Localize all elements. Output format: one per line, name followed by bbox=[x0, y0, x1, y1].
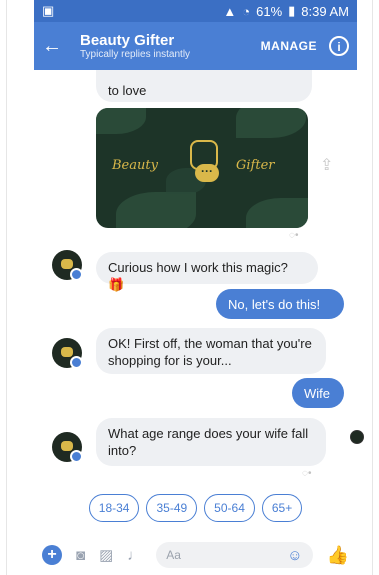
messenger-badge-icon bbox=[70, 450, 83, 463]
app-bar: ← Beauty Gifter Typically replies instan… bbox=[34, 22, 357, 70]
share-icon[interactable]: ⇪ bbox=[320, 155, 338, 174]
user-message: Wife bbox=[292, 378, 344, 408]
message-text: Wife bbox=[304, 386, 330, 401]
manage-button[interactable]: MANAGE bbox=[261, 39, 317, 53]
camera-icon[interactable]: ◙ bbox=[76, 547, 85, 564]
seen-indicator-icon: ◌• bbox=[289, 230, 299, 241]
signal-icon: ▲ bbox=[223, 3, 237, 19]
message-text: Curious how I work this magic? 🎁 bbox=[108, 260, 288, 292]
page-title: Beauty Gifter bbox=[80, 32, 175, 49]
quick-reply-18-34[interactable]: 18-34 bbox=[88, 494, 140, 522]
page-subtitle: Typically replies instantly bbox=[80, 49, 191, 60]
back-arrow-icon[interactable]: ← bbox=[42, 35, 70, 58]
bot-avatar[interactable] bbox=[52, 432, 83, 463]
gallery-icon: ▣ bbox=[42, 3, 55, 18]
microphone-icon[interactable]: ♩ bbox=[127, 547, 142, 564]
status-bar: ▣ ▲ ◔ 61% ▮ 8:39 AM bbox=[34, 0, 357, 22]
message-composer: + ◙ ▨ ♩ Aa ☺ 👍 bbox=[34, 535, 357, 575]
leaf-decoration bbox=[116, 192, 196, 228]
plus-icon[interactable]: + bbox=[42, 545, 62, 565]
messenger-badge-icon bbox=[70, 268, 83, 281]
info-icon[interactable]: i bbox=[329, 36, 349, 56]
message-text: No, let's do this! bbox=[228, 297, 321, 312]
message-text: to love bbox=[108, 83, 147, 98]
brand-text-right: Gifter bbox=[236, 158, 275, 173]
brand-image-card[interactable]: Beauty Gifter ··· bbox=[96, 108, 308, 228]
leaf-decoration bbox=[236, 108, 306, 138]
chat-bubble-logo-icon: ··· bbox=[195, 164, 219, 182]
wifi-icon: ◔ bbox=[242, 3, 251, 19]
quick-reply-65-plus[interactable]: 65+ bbox=[261, 494, 303, 522]
messenger-badge-icon bbox=[70, 356, 83, 369]
image-icon[interactable]: ▨ bbox=[99, 546, 113, 564]
bot-message-partial: to love bbox=[96, 70, 312, 102]
bot-avatar[interactable] bbox=[52, 250, 83, 281]
user-message: No, let's do this! bbox=[216, 289, 344, 319]
message-input[interactable]: Aa ☺ bbox=[156, 542, 313, 568]
thumbs-up-icon[interactable]: 👍 bbox=[327, 545, 349, 566]
bot-avatar[interactable] bbox=[52, 338, 83, 369]
quick-reply-35-49[interactable]: 35-49 bbox=[146, 494, 198, 522]
seen-indicator-icon: ◌• bbox=[302, 468, 312, 479]
bot-message: What age range does your wife fall into? bbox=[96, 418, 326, 466]
message-text: OK! First off, the woman that you're sho… bbox=[108, 336, 312, 368]
chat-thread[interactable]: to love Beauty Gifter ··· ⇪ ◌• Curious h… bbox=[34, 70, 357, 511]
read-receipt-avatar bbox=[350, 430, 364, 444]
bot-message: Curious how I work this magic? 🎁 bbox=[96, 252, 318, 292]
screenshot-frame: ▣ ▲ ◔ 61% ▮ 8:39 AM ← Beauty Gifter Typi… bbox=[6, 0, 373, 575]
quick-reply-50-64[interactable]: 50-64 bbox=[204, 494, 255, 522]
status-time: 8:39 AM bbox=[301, 3, 349, 19]
quick-replies: 18-34 35-49 50-64 65+ bbox=[34, 494, 357, 522]
leaf-decoration bbox=[96, 108, 146, 134]
emoji-icon[interactable]: ☺ bbox=[287, 547, 302, 564]
leaf-decoration bbox=[246, 198, 308, 228]
phone-screen: ▣ ▲ ◔ 61% ▮ 8:39 AM ← Beauty Gifter Typi… bbox=[34, 0, 357, 575]
message-text: What age range does your wife fall into? bbox=[108, 426, 309, 458]
brand-text-left: Beauty bbox=[112, 158, 158, 173]
status-right: ▲ ◔ 61% ▮ 8:39 AM bbox=[223, 3, 349, 19]
header-title-group: Beauty Gifter Typically replies instantl… bbox=[70, 32, 261, 60]
battery-label: 61% bbox=[256, 3, 283, 19]
battery-icon: ▮ bbox=[288, 3, 296, 18]
bot-message: OK! First off, the woman that you're sho… bbox=[96, 328, 326, 374]
message-input-placeholder: Aa bbox=[166, 548, 181, 562]
